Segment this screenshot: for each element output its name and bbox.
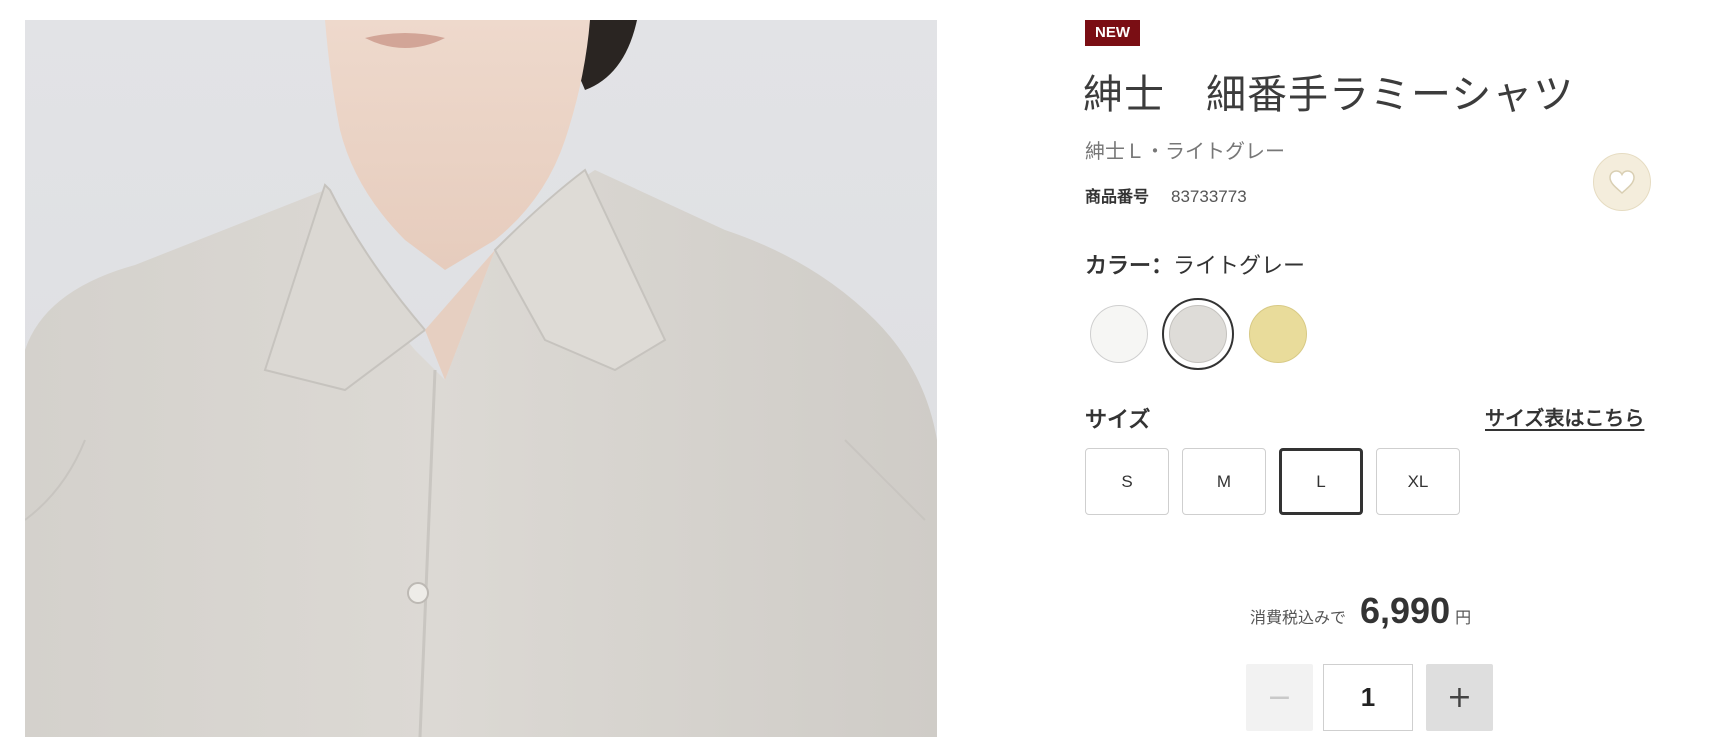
size-chart-link[interactable]: サイズ表はこちら: [1485, 402, 1644, 431]
quantity-input[interactable]: [1323, 664, 1413, 731]
color-swatch-white[interactable]: [1090, 305, 1148, 363]
size-option-l[interactable]: L: [1279, 448, 1363, 515]
heart-icon: [1609, 170, 1635, 195]
color-swatch-light-grey[interactable]: [1162, 298, 1234, 370]
swatch-dot: [1169, 305, 1227, 363]
product-variant-subtitle: 紳士Ｌ・ライトグレー: [1085, 139, 1285, 163]
favorite-button[interactable]: [1593, 153, 1651, 211]
size-label: サイズ: [1085, 408, 1151, 433]
price: 消費税込みで 6,990 円: [1250, 590, 1471, 632]
new-badge: NEW: [1085, 20, 1140, 46]
size-option-m[interactable]: M: [1182, 448, 1266, 515]
product-title: 紳士 細番手ラミーシャツ: [1083, 72, 1575, 118]
product-photo[interactable]: [25, 20, 937, 737]
quantity-increase-button[interactable]: +: [1426, 664, 1493, 731]
product-page: NEW 紳士 細番手ラミーシャツ 紳士Ｌ・ライトグレー 商品番号 83733773…: [0, 0, 1733, 737]
selected-color-name: ライトグレー: [1173, 254, 1306, 279]
price-prefix: 消費税込みで: [1250, 608, 1347, 627]
quantity-decrease-button[interactable]: −: [1246, 664, 1313, 731]
color-label: カラー：ライトグレー: [1085, 248, 1305, 280]
swatch-dot: [1090, 305, 1148, 363]
swatch-dot: [1249, 305, 1307, 363]
product-number-value: 83733773: [1171, 187, 1247, 206]
shirt-model-image: [25, 20, 937, 737]
color-swatch-yellow[interactable]: [1249, 305, 1307, 363]
size-option-s[interactable]: S: [1085, 448, 1169, 515]
product-number: 商品番号 83733773: [1085, 183, 1247, 207]
price-unit: 円: [1455, 608, 1472, 627]
product-number-label: 商品番号: [1085, 187, 1150, 206]
price-value: 6,990: [1360, 590, 1451, 631]
size-option-xl[interactable]: XL: [1376, 448, 1460, 515]
color-label-prefix: カラー：: [1085, 254, 1174, 279]
